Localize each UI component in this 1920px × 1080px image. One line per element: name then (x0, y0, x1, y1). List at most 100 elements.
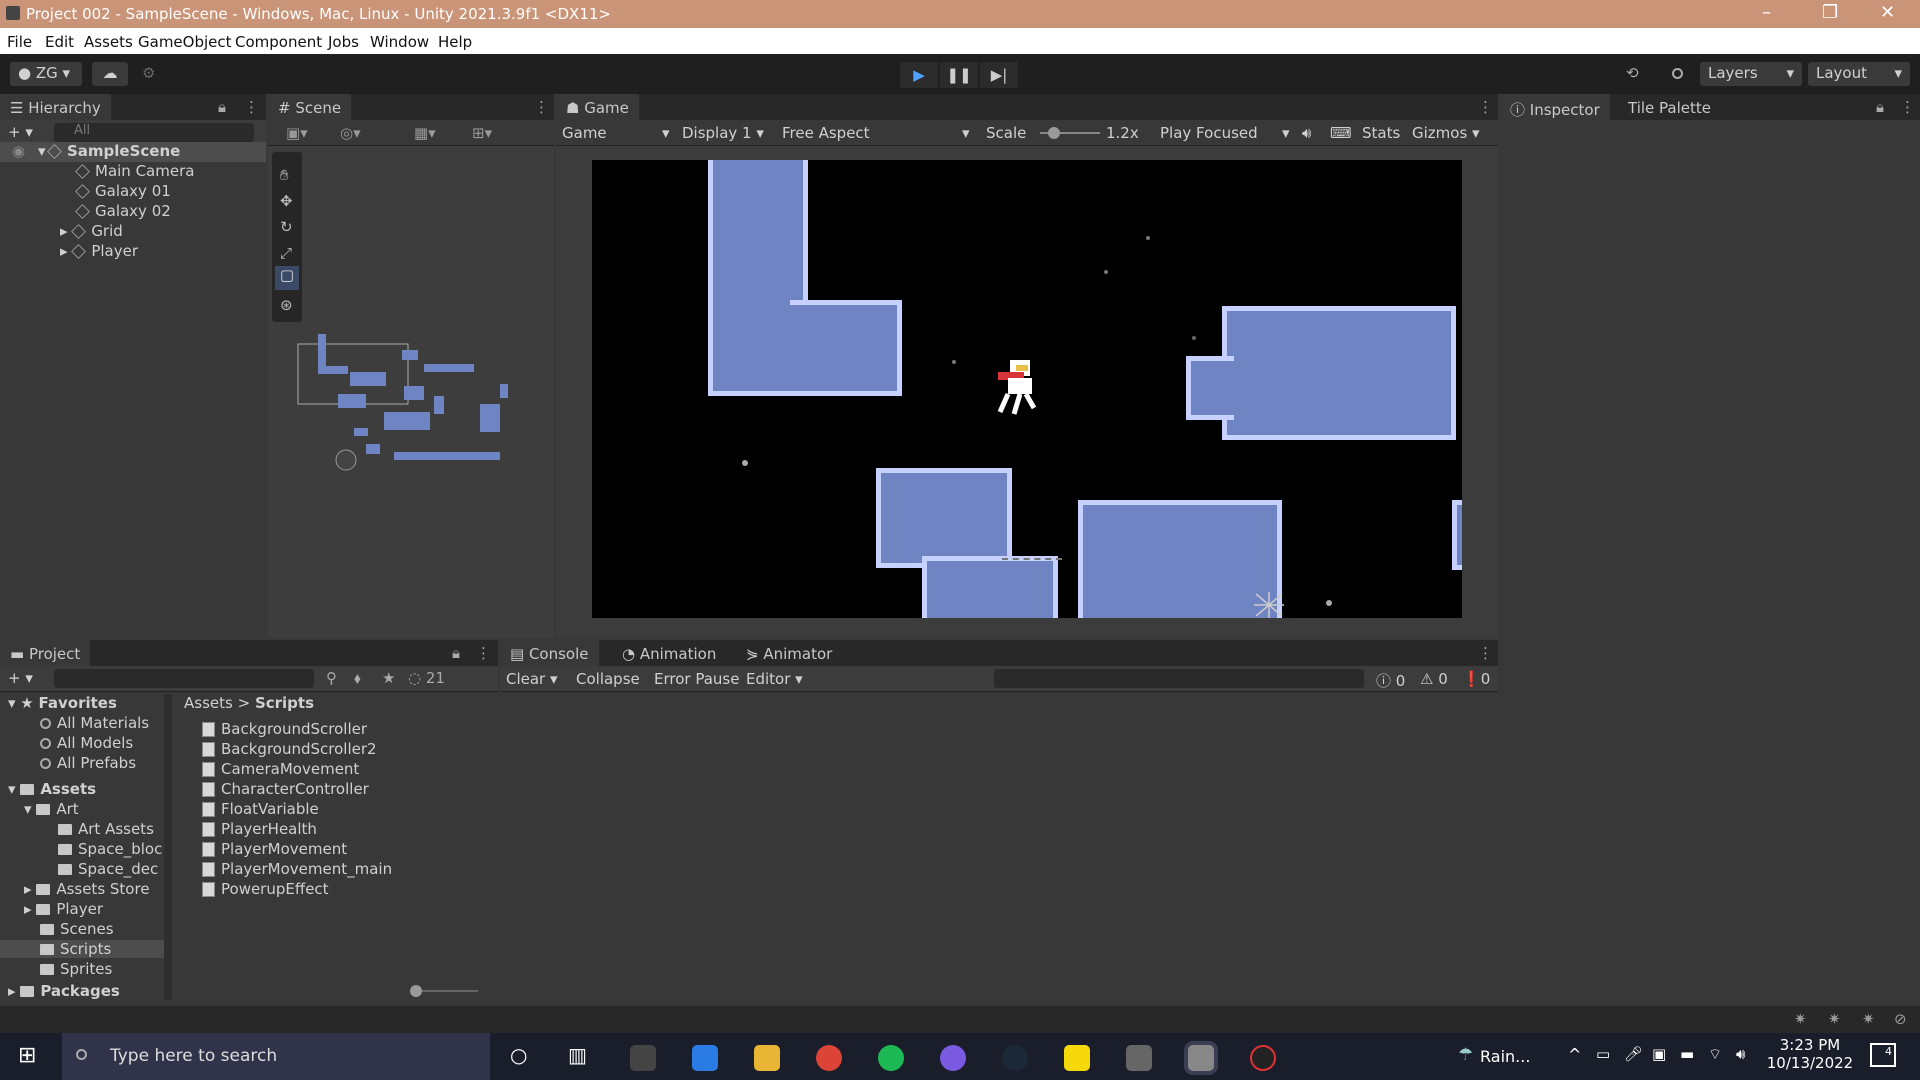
filter-label-icon[interactable]: ⬧ (354, 669, 361, 687)
discord-icon[interactable] (940, 1045, 966, 1071)
lock-icon[interactable]: 🔒︎ (452, 644, 460, 662)
play-mode-dropdown[interactable]: Play Focused ▾ (1160, 124, 1290, 142)
grid-icon[interactable]: ⊞▾ (472, 124, 492, 142)
hierarchy-item[interactable]: Main Camera (75, 162, 194, 180)
unity-hub-icon[interactable] (1126, 1045, 1152, 1071)
lock-icon[interactable]: 🔒︎ (1876, 98, 1884, 116)
tab-animator[interactable]: ⋟ Animator (736, 640, 842, 666)
draw-mode-icon[interactable]: ▣▾ (286, 124, 308, 142)
restore-icon[interactable]: ❐ (1822, 2, 1838, 23)
battery-icon[interactable]: ▬ (1680, 1045, 1694, 1063)
more-icon[interactable]: ⋮ (1478, 644, 1493, 662)
mute-audio-icon[interactable]: 🔊︎ (1302, 124, 1311, 142)
script-file[interactable]: FloatVariable (202, 800, 319, 818)
clear-button[interactable]: Clear ▾ (506, 670, 558, 688)
layers-dropdown[interactable]: Layers ▾ (1700, 62, 1802, 86)
add-icon[interactable]: + ▾ (8, 669, 33, 687)
hidden-count-badge[interactable]: ◌ 21 (408, 669, 445, 687)
game-mode-dropdown[interactable]: Game ▾ (562, 124, 670, 142)
eye-icon[interactable]: ◉ (12, 142, 25, 160)
microphone-icon[interactable]: 🎤︎ (1624, 1045, 1643, 1063)
folder-item[interactable]: Space_dec (58, 860, 158, 878)
obs-icon[interactable] (1250, 1045, 1276, 1071)
tab-tile-palette[interactable]: Tile Palette (1618, 94, 1721, 120)
folder-item[interactable]: ▸ Assets Store (24, 880, 150, 898)
layout-dropdown[interactable]: Layout ▾ (1808, 62, 1910, 86)
hierarchy-item[interactable]: Galaxy 02 (75, 202, 171, 220)
favorite-icon[interactable]: ★ (382, 669, 395, 687)
play-button[interactable]: ▶ (900, 62, 938, 88)
shading-icon[interactable]: ◎▾ (340, 124, 361, 142)
gizmos-dropdown[interactable]: Gizmos ▾ (1412, 124, 1480, 142)
script-file[interactable]: PlayerHealth (202, 820, 317, 838)
warning-count-toggle[interactable]: ⚠ 0 (1420, 670, 1448, 688)
close-icon[interactable]: ✕ (1880, 2, 1895, 23)
step-button[interactable]: ▶| (980, 62, 1018, 88)
menu-gameobject[interactable]: GameObject (138, 33, 232, 51)
tab-console[interactable]: ▤ Console (500, 640, 599, 666)
script-file[interactable]: PlayerMovement_main (202, 860, 392, 878)
folder-tree-scrollbar[interactable] (164, 694, 172, 1000)
console-search-input[interactable] (994, 669, 1364, 688)
rotate-tool-icon[interactable]: ↻ (280, 218, 293, 236)
tab-project[interactable]: ▬ Project (0, 640, 91, 666)
favorite-item[interactable]: All Models (40, 734, 133, 752)
script-file[interactable]: PowerupEffect (202, 880, 329, 898)
tab-hierarchy[interactable]: ☰ Hierarchy (0, 94, 111, 120)
folder-item[interactable]: Scenes (40, 920, 114, 938)
scale-tool-icon[interactable]: ⤢ (280, 244, 292, 262)
menu-jobs[interactable]: Jobs (328, 33, 359, 51)
script-file[interactable]: PlayerMovement (202, 840, 347, 858)
spotify-icon[interactable] (878, 1045, 904, 1071)
windows-start-icon[interactable]: ⊞ (18, 1043, 36, 1068)
keyboard-icon[interactable]: ⌨ (1330, 124, 1352, 142)
tray-window-icon[interactable]: ▣ (1652, 1045, 1666, 1063)
filter-type-icon[interactable]: ⚲ (326, 669, 337, 687)
rect-tool-icon[interactable]: ▢ (275, 266, 299, 290)
weather-label[interactable]: Rain... (1480, 1047, 1530, 1066)
more-icon[interactable]: ⋮ (476, 644, 491, 662)
lock-icon[interactable]: 🔒︎ (218, 98, 226, 116)
more-icon[interactable]: ⋮ (1900, 98, 1915, 116)
error-pause-button[interactable]: Error Pause (654, 670, 739, 688)
tab-scene[interactable]: # Scene (268, 94, 352, 120)
folder-item[interactable]: Space_bloc (58, 840, 162, 858)
bug-icon[interactable]: ✷ (1794, 1010, 1807, 1028)
folder-item[interactable]: Sprites (40, 960, 112, 978)
folder-item[interactable]: ▸ Player (24, 900, 103, 918)
hand-tool-icon[interactable]: ✋︎ (280, 166, 289, 184)
search-icon[interactable] (1672, 64, 1689, 82)
hierarchy-item[interactable]: ▸ Player (60, 242, 138, 260)
history-icon[interactable]: ⟲ (1626, 64, 1639, 82)
more-icon[interactable]: ⋮ (1478, 98, 1493, 116)
task-view-icon[interactable]: ▥ (568, 1043, 587, 1067)
stats-button[interactable]: Stats (1362, 124, 1400, 142)
tab-game[interactable]: ☗ Game (556, 94, 639, 120)
editor-dropdown[interactable]: Editor ▾ (746, 670, 803, 688)
display-dropdown[interactable]: Display 1 ▾ (682, 124, 764, 142)
icon-size-slider-handle[interactable] (410, 985, 422, 997)
scene-root-row[interactable]: ◉ ▾ SampleScene (0, 142, 266, 162)
script-file[interactable]: CameraMovement (202, 760, 359, 778)
menu-window[interactable]: Window (370, 33, 429, 51)
pause-button[interactable]: ❚❚ (940, 62, 978, 88)
folder-item[interactable]: ▸ Packages (8, 982, 120, 1000)
folder-item-selected[interactable]: Scripts (0, 940, 166, 958)
file-explorer-icon[interactable] (754, 1045, 780, 1071)
menu-assets[interactable]: Assets (84, 33, 133, 51)
more-icon[interactable]: ⋮ (534, 98, 549, 116)
favorites-header[interactable]: ▾ ★ Favorites (8, 694, 117, 712)
hierarchy-search-input[interactable]: All (54, 123, 254, 142)
folder-item[interactable]: ▾ Art (24, 800, 79, 818)
chrome-icon[interactable] (816, 1045, 842, 1071)
taskbar-search[interactable]: Type here to search (62, 1033, 490, 1080)
menu-file[interactable]: File (7, 33, 32, 51)
tab-inspector[interactable]: ⓘ Inspector (1500, 94, 1610, 120)
more-icon[interactable]: ⋮ (244, 98, 259, 116)
icon-size-slider[interactable] (410, 985, 478, 997)
favorite-item[interactable]: All Materials (40, 714, 149, 732)
volume-icon[interactable]: 🔊︎ (1736, 1045, 1745, 1063)
breadcrumb-item-current[interactable]: Scripts (255, 694, 314, 712)
add-icon[interactable]: + ▾ (8, 123, 33, 141)
move-tool-icon[interactable]: ✥ (280, 192, 293, 210)
